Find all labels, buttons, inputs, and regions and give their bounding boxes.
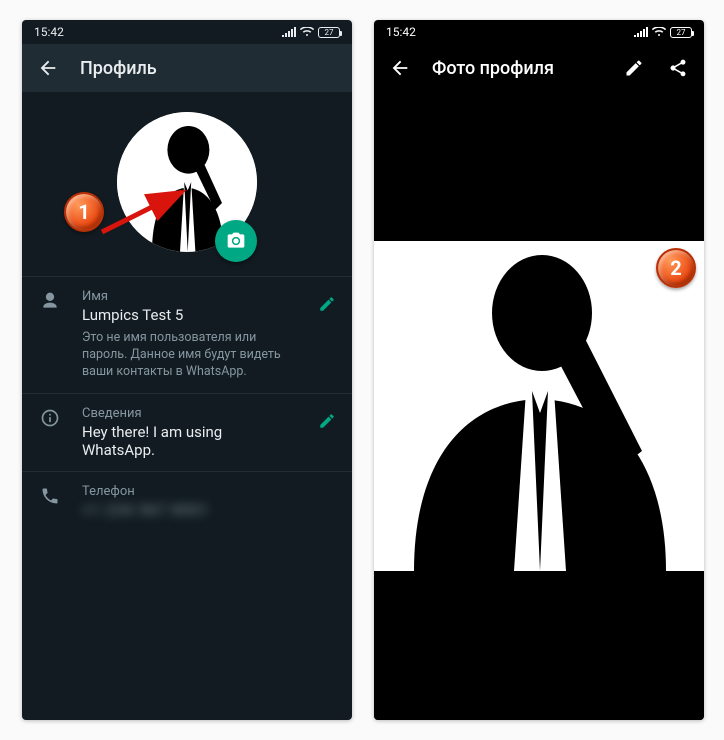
signal-icon <box>282 27 296 37</box>
battery-icon: 27 <box>318 27 340 38</box>
about-label: Сведения <box>82 406 298 421</box>
info-icon <box>40 408 60 459</box>
annotation-badge-2: 2 <box>656 248 696 288</box>
section-name[interactable]: Имя Lumpics Test 5 Это не имя пользовате… <box>22 276 352 393</box>
status-icons: 27 <box>634 27 692 38</box>
phone-value-blurred: +1 234 567 8901 <box>82 501 336 519</box>
phone-photo: 15:42 27 Фото профиля <box>374 20 704 720</box>
phone-profile: 15:42 27 Профиль <box>22 20 352 720</box>
status-bar: 15:42 27 <box>22 20 352 44</box>
pencil-icon <box>318 412 336 430</box>
signal-icon <box>634 27 648 37</box>
name-desc: Это не имя пользователя или пароль. Данн… <box>82 330 298 381</box>
edit-photo-button[interactable] <box>622 56 646 80</box>
appbar-photo: Фото профиля <box>374 44 704 92</box>
appbar-title: Профиль <box>80 58 157 79</box>
share-photo-button[interactable] <box>666 56 690 80</box>
back-icon[interactable] <box>388 56 412 80</box>
edit-about-button[interactable] <box>318 406 336 459</box>
wifi-icon <box>300 27 314 37</box>
about-value: Hey there! I am using WhatsApp. <box>82 423 298 459</box>
back-icon[interactable] <box>36 56 60 80</box>
name-value: Lumpics Test 5 <box>82 306 298 324</box>
status-icons: 27 <box>282 27 340 38</box>
appbar-profile: Профиль <box>22 44 352 92</box>
status-bar: 15:42 27 <box>374 20 704 44</box>
section-about[interactable]: Сведения Hey there! I am using WhatsApp. <box>22 393 352 471</box>
annotation-badge-1: 1 <box>64 192 104 232</box>
section-phone: Телефон +1 234 567 8901 <box>22 471 352 531</box>
battery-icon: 27 <box>670 27 692 38</box>
status-time: 15:42 <box>34 25 64 39</box>
name-label: Имя <box>82 289 298 304</box>
phone-icon <box>40 486 60 519</box>
change-photo-button[interactable] <box>215 220 257 262</box>
pencil-icon <box>318 295 336 313</box>
edit-name-button[interactable] <box>318 289 336 381</box>
phone-label: Телефон <box>82 484 336 499</box>
profile-photo-full <box>374 241 704 571</box>
camera-icon <box>226 231 246 251</box>
share-icon <box>668 58 688 78</box>
appbar-title: Фото профиля <box>432 58 554 79</box>
status-time: 15:42 <box>386 25 416 39</box>
person-icon <box>40 291 60 381</box>
wifi-icon <box>652 27 666 37</box>
pencil-icon <box>624 58 644 78</box>
photo-viewer[interactable] <box>374 92 704 720</box>
